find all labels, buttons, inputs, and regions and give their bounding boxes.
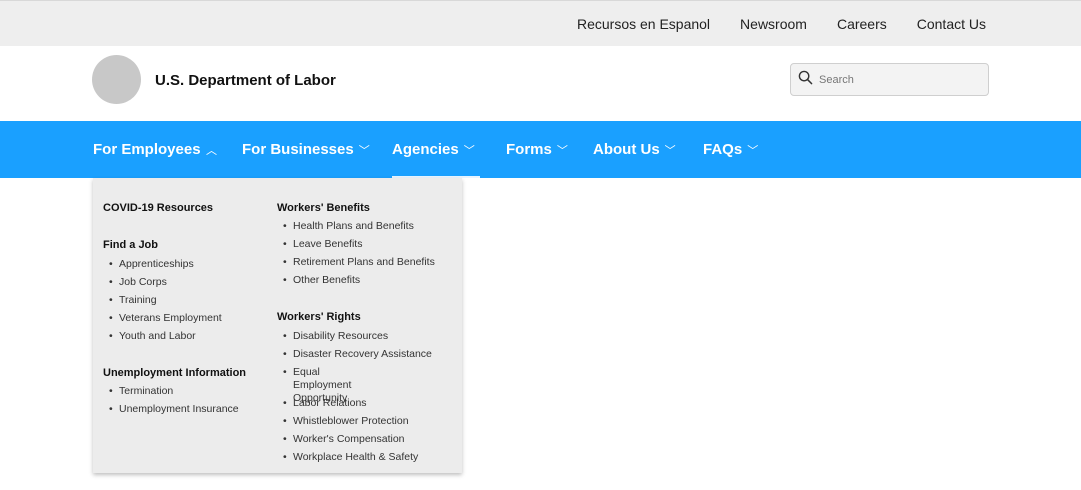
list-item[interactable]: • Labor Relations xyxy=(277,397,367,410)
list-item[interactable]: • Worker's Compensation xyxy=(277,433,405,446)
site-logo[interactable] xyxy=(92,55,141,104)
nav-label: Forms xyxy=(506,141,552,158)
nav-label: For Businesses xyxy=(242,141,354,158)
nav-for-employees[interactable]: For Employees ﹀ xyxy=(93,121,217,178)
bullet-icon: • xyxy=(283,397,287,409)
bullet-icon: • xyxy=(109,312,113,324)
bullet-icon: • xyxy=(283,238,287,250)
chevron-down-icon: ﹀ xyxy=(556,144,568,157)
bullet-icon: • xyxy=(283,348,287,360)
list-item[interactable]: • Retirement Plans and Benefits xyxy=(277,256,435,269)
bullet-icon: • xyxy=(283,451,287,463)
bullet-icon: • xyxy=(109,330,113,342)
list-item[interactable]: • Health Plans and Benefits xyxy=(277,220,414,233)
list-item[interactable]: • Apprenticeships xyxy=(103,258,194,271)
bullet-icon: • xyxy=(283,220,287,232)
utility-link-careers[interactable]: Careers xyxy=(837,16,887,32)
bullet-icon: • xyxy=(109,258,113,270)
list-item[interactable]: • Disability Resources xyxy=(277,330,388,343)
nav-label: Agencies xyxy=(392,141,459,158)
chevron-down-icon: ﹀ xyxy=(358,144,370,157)
list-item[interactable]: • Workplace Health & Safety xyxy=(277,451,418,464)
list-item[interactable]: • Whistleblower Protection xyxy=(277,415,409,428)
utility-bar: Recursos en Espanol Newsroom Careers Con… xyxy=(0,0,1081,46)
chevron-down-icon: ﹀ xyxy=(747,144,759,157)
list-item[interactable]: • Training xyxy=(103,294,157,307)
utility-link-recursos[interactable]: Recursos en Espanol xyxy=(577,16,710,32)
list-item[interactable]: • Disaster Recovery Assistance xyxy=(277,348,432,361)
bullet-icon: • xyxy=(283,433,287,445)
bullet-icon: • xyxy=(283,256,287,268)
list-item[interactable]: • Other Benefits xyxy=(277,274,360,287)
nav-forms[interactable]: Forms ﹀ xyxy=(506,121,568,178)
utility-link-contact-us[interactable]: Contact Us xyxy=(917,16,986,32)
list-item[interactable]: • Job Corps xyxy=(103,276,167,289)
nav-label: For Employees xyxy=(93,141,201,158)
site-header: U.S. Department of Labor xyxy=(0,46,1081,121)
bullet-icon: • xyxy=(109,403,113,415)
nav-label: About Us xyxy=(593,141,660,158)
chevron-up-icon: ﹀ xyxy=(205,142,217,155)
search-input[interactable] xyxy=(819,73,979,86)
bullet-icon: • xyxy=(283,274,287,286)
chevron-down-icon: ﹀ xyxy=(664,144,676,157)
nav-faqs[interactable]: FAQs ﹀ xyxy=(703,121,758,178)
bullet-icon: • xyxy=(283,415,287,427)
utility-links: Recursos en Espanol Newsroom Careers Con… xyxy=(577,16,986,32)
nav-label: FAQs xyxy=(703,141,743,158)
list-item[interactable]: • Veterans Employment xyxy=(103,312,222,325)
group-unemployment-information[interactable]: Unemployment Information xyxy=(103,367,246,379)
bullet-icon: • xyxy=(283,330,287,342)
utility-link-newsroom[interactable]: Newsroom xyxy=(740,16,807,32)
bullet-icon: • xyxy=(109,276,113,288)
main-nav: For Employees ﹀ For Businesses ﹀ Agencie… xyxy=(0,121,1081,178)
list-item[interactable]: • Youth and Labor xyxy=(103,330,196,343)
bullet-icon: • xyxy=(109,385,113,397)
site-title[interactable]: U.S. Department of Labor xyxy=(155,72,336,89)
nav-agencies[interactable]: Agencies ﹀ xyxy=(392,121,475,178)
list-item[interactable]: • Unemployment Insurance xyxy=(103,403,239,416)
nav-about-us[interactable]: About Us ﹀ xyxy=(593,121,676,178)
group-workers-benefits[interactable]: Workers' Benefits xyxy=(277,202,370,214)
nav-for-businesses[interactable]: For Businesses ﹀ xyxy=(242,121,370,178)
group-workers-rights[interactable]: Workers' Rights xyxy=(277,311,361,323)
bullet-icon: • xyxy=(109,294,113,306)
for-employees-dropdown: COVID-19 Resources Find a Job • Apprentic… xyxy=(93,178,462,473)
search-box[interactable] xyxy=(790,63,989,96)
bullet-icon: • xyxy=(283,366,287,378)
chevron-down-icon: ﹀ xyxy=(463,144,475,157)
list-item[interactable]: • Termination xyxy=(103,385,173,398)
list-item[interactable]: • Leave Benefits xyxy=(277,238,362,251)
group-find-a-job[interactable]: Find a Job xyxy=(103,239,158,251)
search-icon[interactable] xyxy=(798,70,813,90)
group-covid-19-resources[interactable]: COVID-19 Resources xyxy=(103,202,213,214)
